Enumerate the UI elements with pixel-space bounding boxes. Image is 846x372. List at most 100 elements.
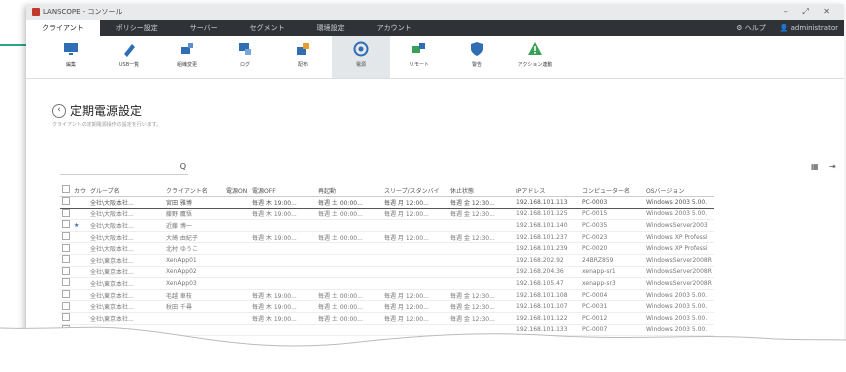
tool-usb[interactable]: USB一覧 bbox=[100, 36, 158, 68]
row-select-cell[interactable] bbox=[60, 231, 72, 244]
table-cell: Windows XP Professi bbox=[644, 231, 715, 244]
table-row[interactable]: 全社\大阪本社... 北村 ゆうこ 192.168.101.239 PC-0020 Wi… bbox=[60, 242, 715, 255]
table-cell: 毎週 土 00:00... bbox=[316, 300, 383, 313]
tool-action[interactable]: アクション連動 bbox=[506, 36, 564, 68]
menu-clients[interactable]: クライアント bbox=[26, 20, 100, 36]
table-row[interactable]: 全社\大阪本社... 藤野 鷹悟 毎週 木 19:00... 毎週 土 00:00..… bbox=[60, 208, 715, 221]
menu-policy[interactable]: ポリシー設定 bbox=[100, 20, 174, 36]
row-checkbox[interactable] bbox=[62, 278, 70, 287]
table-row[interactable]: 全社\東京本社... XenApp01 192.168.202.92 24BRZ859… bbox=[60, 254, 715, 267]
tool-deploy[interactable]: 配布 bbox=[274, 36, 332, 68]
table-cell: WindowsServer2008R bbox=[644, 266, 715, 279]
table-cell bbox=[72, 231, 89, 244]
row-checkbox[interactable] bbox=[62, 255, 70, 264]
table-cell: 藤野 鷹悟 bbox=[164, 208, 225, 221]
tool-label: USB一覧 bbox=[118, 62, 140, 68]
tool-edit[interactable]: 編集 bbox=[42, 36, 100, 68]
menu-server[interactable]: サーバー bbox=[174, 20, 234, 36]
table-cell bbox=[72, 266, 89, 279]
user-menu[interactable]: 👤 administrator bbox=[780, 24, 838, 32]
tool-log[interactable]: ログ bbox=[216, 36, 274, 68]
row-checkbox[interactable] bbox=[62, 232, 70, 241]
row-select-cell[interactable] bbox=[60, 300, 72, 313]
row-select-cell[interactable] bbox=[60, 254, 72, 267]
table-cell: 近藤 博一 bbox=[164, 219, 225, 232]
row-checkbox[interactable] bbox=[62, 266, 70, 275]
tool-remote[interactable]: リモート bbox=[390, 36, 448, 68]
tool-label: 組織変更 bbox=[176, 62, 197, 68]
menu-account[interactable]: アカウント bbox=[361, 20, 428, 36]
menu-bar: クライアント ポリシー設定 サーバー セグメント 環境設定 アカウント ⚙ ヘル… bbox=[26, 20, 844, 36]
table-cell: 全社\大阪本社... bbox=[88, 196, 165, 209]
tool-label: アクション連動 bbox=[517, 62, 553, 68]
row-select-cell[interactable] bbox=[60, 277, 72, 290]
table-row[interactable]: 全社\東京本社... 秋田 千尋 毎週 木 19:00... 毎週 土 00:00..… bbox=[60, 300, 715, 313]
table-cell: 全社\東京本社... bbox=[88, 266, 165, 279]
column-header[interactable]: 電源ON bbox=[224, 184, 251, 197]
table-row[interactable]: 全社\東京本社... 毛越 車枝 毎週 木 19:00... 毎週 土 00:00..… bbox=[60, 289, 715, 302]
column-header[interactable]: スリープ/スタンバイ bbox=[382, 184, 449, 197]
table-cell: 宮田 雅博 bbox=[164, 196, 225, 209]
column-header[interactable]: IPアドレス bbox=[514, 184, 581, 197]
column-header[interactable]: 再起動 bbox=[316, 184, 383, 197]
row-checkbox[interactable] bbox=[62, 290, 70, 299]
tool-org[interactable]: 組織変更 bbox=[158, 36, 216, 68]
column-header[interactable]: カウ bbox=[72, 184, 89, 197]
table-cell: 大崎 由紀子 bbox=[164, 231, 225, 244]
search-input[interactable]: Q bbox=[60, 162, 188, 175]
table-cell: Windows 2003 5.00. bbox=[644, 289, 715, 302]
back-button[interactable]: ‹ bbox=[52, 104, 66, 118]
table-cell: 192.168.101.125 bbox=[514, 208, 581, 221]
table-cell: PC-0031 bbox=[580, 300, 645, 313]
column-header[interactable]: 電源OFF bbox=[250, 184, 317, 197]
tool-alert[interactable]: 警告 bbox=[448, 36, 506, 68]
row-checkbox[interactable] bbox=[62, 243, 70, 252]
table-cell: 192.168.101.108 bbox=[514, 289, 581, 302]
row-select-cell[interactable] bbox=[60, 219, 72, 232]
row-select-cell[interactable] bbox=[60, 208, 72, 221]
table-cell bbox=[72, 300, 89, 313]
table-cell bbox=[382, 254, 449, 267]
table-row[interactable]: 全社\東京本社... XenApp03 192.168.105.47 xenapp-s… bbox=[60, 277, 715, 290]
menu-segment[interactable]: セグメント bbox=[234, 20, 301, 36]
table-cell: 全社\東京本社... bbox=[88, 289, 165, 302]
column-header[interactable]: 休止状態 bbox=[448, 184, 515, 197]
table-row[interactable]: 全社\東京本社... XenApp02 192.168.204.36 xenapp-s… bbox=[60, 266, 715, 279]
table-cell bbox=[224, 277, 251, 290]
table-cell: 毎週 月 12:00... bbox=[382, 208, 449, 221]
table-cell bbox=[72, 277, 89, 290]
column-header[interactable]: グループ名 bbox=[88, 184, 165, 197]
app-window: LANSCOPE - コンソール – ⤢ ✕ クライアント ポリシー設定 サーバ… bbox=[26, 4, 844, 370]
table-row[interactable]: 全社\大阪本社... 宮田 雅博 毎週 木 19:00... 毎週 土 00:00..… bbox=[60, 196, 715, 209]
menu-settings[interactable]: 環境設定 bbox=[301, 20, 361, 36]
row-select-cell[interactable] bbox=[60, 196, 72, 209]
column-header[interactable]: コンピューター名 bbox=[580, 184, 645, 197]
usb-icon bbox=[124, 44, 135, 57]
column-header[interactable]: OSバージョン bbox=[644, 184, 715, 197]
row-checkbox[interactable] bbox=[62, 301, 70, 310]
row-select-cell[interactable] bbox=[60, 266, 72, 279]
row-checkbox[interactable] bbox=[62, 220, 70, 229]
grid-view-icon[interactable]: ▦ bbox=[811, 162, 819, 171]
table-cell: 全社\大阪本社... bbox=[88, 208, 165, 221]
window-controls[interactable]: – ⤢ ✕ bbox=[784, 7, 836, 17]
table-cell bbox=[224, 289, 251, 302]
row-checkbox[interactable] bbox=[62, 208, 70, 217]
table-row[interactable]: 全社\大阪本社... 大崎 由紀子 毎週 木 19:00... 毎週 土 00:00.… bbox=[60, 231, 715, 244]
table-cell bbox=[72, 254, 89, 267]
column-header-select[interactable] bbox=[60, 184, 72, 197]
help-link[interactable]: ⚙ ヘルプ bbox=[736, 23, 766, 33]
table-cell: XenApp01 bbox=[164, 254, 225, 267]
select-all-checkbox[interactable] bbox=[62, 185, 70, 193]
row-select-cell[interactable] bbox=[60, 289, 72, 302]
export-icon[interactable]: ⇥ bbox=[829, 162, 836, 171]
table-cell: 毎週 金 12:30... bbox=[448, 289, 515, 302]
table-cell: 毎週 土 00:00... bbox=[316, 196, 383, 209]
table-cell bbox=[250, 277, 317, 290]
search-icon[interactable]: Q bbox=[180, 162, 186, 171]
column-header[interactable]: クライアント名 bbox=[164, 184, 225, 197]
table-row[interactable]: ★ 全社\大阪本社... 近藤 博一 192.168.101.140 PC-0035 Wi… bbox=[60, 219, 715, 232]
tool-power[interactable]: 電源 bbox=[332, 36, 390, 78]
row-select-cell[interactable] bbox=[60, 242, 72, 255]
row-checkbox[interactable] bbox=[62, 197, 70, 206]
